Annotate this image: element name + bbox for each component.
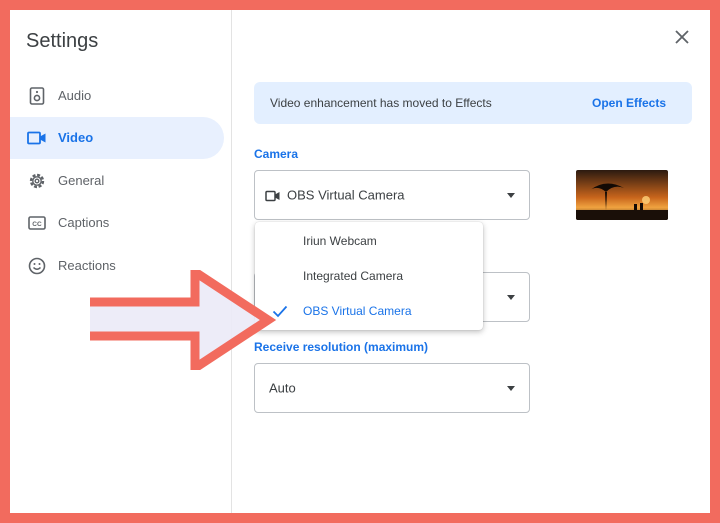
gear-icon bbox=[27, 171, 47, 191]
camera-selected-value: OBS Virtual Camera bbox=[287, 187, 405, 203]
smiley-icon bbox=[27, 256, 47, 276]
receive-resolution-label: Receive resolution (maximum) bbox=[254, 340, 429, 354]
svg-text:CC: CC bbox=[32, 221, 42, 228]
speaker-icon bbox=[27, 86, 47, 106]
chevron-down-icon bbox=[507, 295, 515, 300]
sidebar-item-audio[interactable]: Audio bbox=[10, 75, 224, 117]
close-icon bbox=[675, 29, 689, 49]
settings-sidebar: Settings Audio Video General CC Captions bbox=[10, 10, 232, 513]
camera-label: Camera bbox=[254, 147, 299, 161]
sidebar-item-captions[interactable]: CC Captions bbox=[10, 202, 224, 244]
video-camera-icon bbox=[27, 128, 47, 148]
camera-select[interactable]: OBS Virtual Camera bbox=[254, 170, 530, 220]
open-effects-link[interactable]: Open Effects bbox=[592, 96, 666, 110]
chevron-down-icon bbox=[507, 193, 515, 198]
close-button[interactable] bbox=[670, 27, 694, 51]
camera-preview-thumbnail bbox=[576, 170, 668, 220]
camera-dropdown-menu: Iriun Webcam Integrated Camera OBS Virtu… bbox=[255, 222, 483, 330]
sidebar-item-label: Audio bbox=[58, 88, 92, 103]
sidebar-item-general[interactable]: General bbox=[10, 160, 224, 202]
video-camera-icon bbox=[265, 189, 281, 207]
camera-option-obs-virtual-camera[interactable]: OBS Virtual Camera bbox=[255, 294, 483, 328]
captions-icon: CC bbox=[27, 213, 47, 233]
camera-option-iriun-webcam[interactable]: Iriun Webcam bbox=[255, 224, 483, 258]
banner-message: Video enhancement has moved to Effects bbox=[270, 96, 492, 110]
receive-resolution-select[interactable]: Auto bbox=[254, 363, 530, 413]
chevron-down-icon bbox=[507, 386, 515, 391]
dialog-title: Settings bbox=[26, 30, 99, 52]
settings-dialog: Settings Audio Video General CC Captions bbox=[10, 10, 710, 513]
sidebar-item-label: General bbox=[58, 173, 105, 188]
pointer-arrow-annotation bbox=[90, 263, 280, 377]
option-label: Integrated Camera bbox=[303, 269, 404, 283]
sidebar-item-video[interactable]: Video bbox=[10, 117, 224, 159]
effects-moved-banner: Video enhancement has moved to Effects O… bbox=[254, 82, 692, 124]
option-label: Iriun Webcam bbox=[303, 234, 377, 248]
option-label: OBS Virtual Camera bbox=[303, 304, 412, 318]
sidebar-item-label: Captions bbox=[58, 215, 110, 230]
camera-option-integrated-camera[interactable]: Integrated Camera bbox=[255, 259, 483, 293]
sidebar-item-label: Video bbox=[58, 130, 94, 145]
receive-resolution-value: Auto bbox=[269, 380, 296, 396]
